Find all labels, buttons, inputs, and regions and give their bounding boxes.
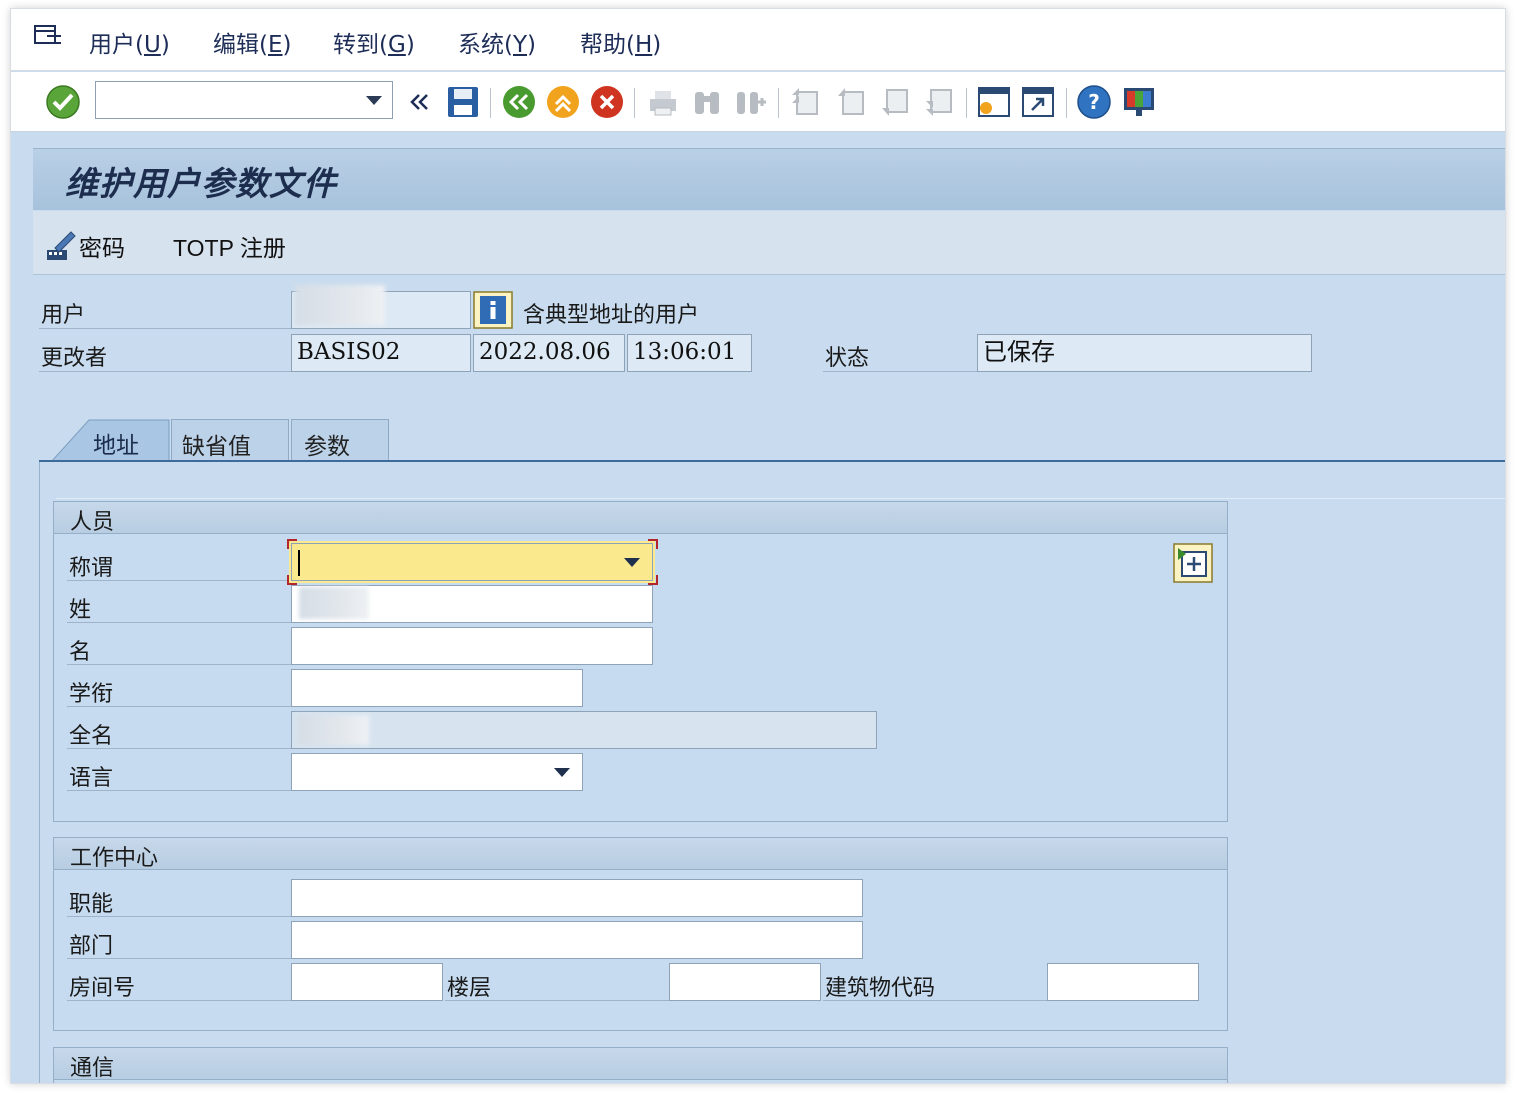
menu-user[interactable]: 用户(U) <box>89 25 170 59</box>
menu-icon[interactable] <box>33 23 63 47</box>
group-workcenter-title: 工作中心 <box>54 838 1227 871</box>
cancel-icon[interactable] <box>589 84 625 120</box>
password-label: 密码 <box>79 236 125 262</box>
create-session-icon[interactable] <box>976 84 1012 120</box>
language-select[interactable] <box>291 753 583 791</box>
firstname-input[interactable] <box>291 627 653 665</box>
find-icon <box>695 92 719 114</box>
command-field[interactable] <box>95 81 393 119</box>
totp-label: TOTP 注册 <box>173 235 286 261</box>
svg-text:?: ? <box>1088 90 1100 114</box>
academic-title-input[interactable] <box>291 669 583 707</box>
building-label: 建筑物代码 <box>825 976 936 1001</box>
totp-register-button[interactable]: TOTP 注册 <box>173 229 286 263</box>
group-communication: 通信 <box>53 1047 1228 1083</box>
redacted-fullname <box>297 715 369 745</box>
customize-layout-icon[interactable] <box>1121 84 1157 120</box>
application-toolbar: 密码 TOTP 注册 <box>33 211 1505 275</box>
save-icon[interactable] <box>445 84 481 120</box>
user-label: 用户 <box>41 303 86 328</box>
password-button[interactable]: 密码 <box>45 229 125 263</box>
menu-edit[interactable]: 编辑(E) <box>213 25 292 59</box>
menu-help[interactable]: 帮助(H) <box>580 25 661 59</box>
page-title: 维护用户参数文件 <box>65 164 337 203</box>
help-icon[interactable]: ? <box>1076 84 1112 120</box>
tab-parameters[interactable]: 参数 <box>291 419 389 461</box>
building-input[interactable] <box>1047 963 1199 1001</box>
user-type-text: 含典型地址的用户 <box>523 303 700 328</box>
fullname-label: 全名 <box>69 724 114 749</box>
redacted-user <box>295 285 385 325</box>
academic-title-label: 学衔 <box>69 682 114 707</box>
enter-check-icon[interactable] <box>45 84 81 120</box>
chevron-down-icon[interactable] <box>554 768 570 777</box>
language-label: 语言 <box>69 766 114 791</box>
menu-bar: 用户(U) 编辑(E) 转到(G) 系统(Y) 帮助(H) <box>11 9 1505 71</box>
exit-icon[interactable] <box>545 84 581 120</box>
text-cursor <box>298 550 300 576</box>
function-input[interactable] <box>291 879 863 917</box>
menu-system[interactable]: 系统(Y) <box>458 25 536 59</box>
shortcut-icon[interactable] <box>1020 84 1056 120</box>
tab-address[interactable]: 地址 <box>51 419 169 461</box>
info-icon[interactable] <box>473 291 513 329</box>
chevron-down-icon[interactable] <box>366 96 382 105</box>
group-person-title: 人员 <box>54 502 1227 535</box>
floor-label: 楼层 <box>447 976 492 1001</box>
fullname-field <box>291 711 877 749</box>
chevron-down-icon[interactable] <box>624 558 640 567</box>
time-field: 13:06:01 <box>627 334 752 372</box>
room-input[interactable] <box>291 963 443 1001</box>
status-field: 已保存 <box>977 334 1312 372</box>
redacted-lastname <box>299 587 369 619</box>
title-bar: 维护用户参数文件 <box>33 148 1505 210</box>
menu-goto[interactable]: 转到(G) <box>333 25 415 59</box>
password-icon <box>47 231 76 260</box>
changed-by-label: 更改者 <box>41 346 108 371</box>
status-label: 状态 <box>825 346 870 371</box>
department-label: 部门 <box>69 934 114 959</box>
changed-by-field: BASIS02 <box>291 334 471 372</box>
firstname-label: 名 <box>69 640 92 665</box>
command-input[interactable] <box>96 82 351 116</box>
previous-page-icon <box>838 88 864 115</box>
group-communication-title: 通信 <box>54 1048 1227 1081</box>
room-label: 房间号 <box>69 976 136 1001</box>
nav-back-icon[interactable] <box>403 84 439 120</box>
title-label: 称谓 <box>69 556 114 581</box>
sap-window: 用户(U) 编辑(E) 转到(G) 系统(Y) 帮助(H) ? 维护用户参数文件… <box>10 8 1506 1084</box>
last-page-icon <box>926 89 952 116</box>
find-next-icon <box>737 92 766 114</box>
date-field: 2022.08.06 <box>473 334 625 372</box>
function-label: 职能 <box>69 892 114 917</box>
department-input[interactable] <box>291 921 863 959</box>
back-icon[interactable] <box>501 84 537 120</box>
first-page-icon <box>792 88 818 115</box>
floor-input[interactable] <box>669 963 821 1001</box>
title-select[interactable] <box>289 541 655 583</box>
print-icon <box>650 91 676 116</box>
next-page-icon <box>882 89 908 116</box>
expand-details-icon[interactable] <box>1173 543 1213 583</box>
standard-toolbar: ? <box>11 72 1505 132</box>
tab-defaults[interactable]: 缺省值 <box>171 419 289 461</box>
lastname-label: 姓 <box>69 598 92 623</box>
